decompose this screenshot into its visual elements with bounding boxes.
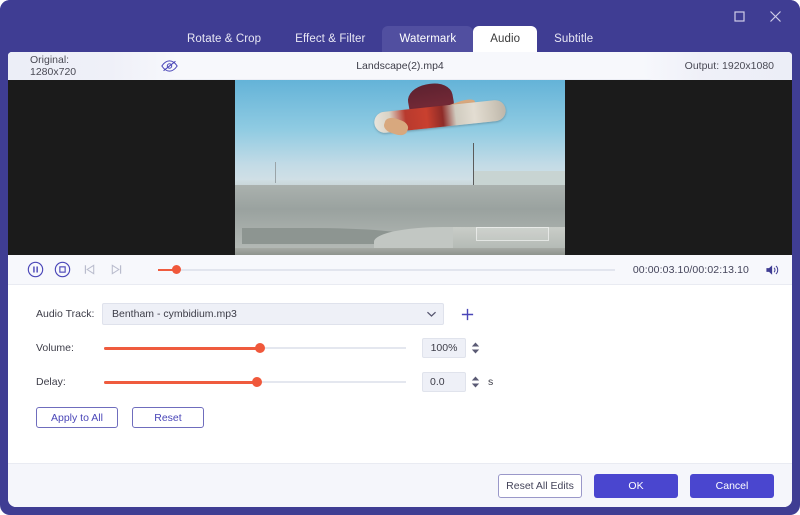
volume-value-field[interactable]: 100%	[422, 338, 466, 358]
delay-unit-label: s	[488, 376, 493, 388]
reset-button[interactable]: Reset	[132, 407, 204, 428]
output-resolution-chip: Output: 1920x1080	[642, 52, 792, 80]
volume-handle[interactable]	[255, 343, 265, 353]
cancel-button[interactable]: Cancel	[690, 474, 774, 498]
delay-label: Delay:	[36, 376, 102, 388]
content-panel: Original: 1280x720 Landscape(2).mp4 Outp…	[8, 52, 792, 507]
audio-settings-panel: Audio Track: Bentham - cymbidium.mp3 Vol…	[8, 285, 792, 475]
skatepark-bowl	[235, 185, 565, 255]
maximize-icon[interactable]	[728, 5, 750, 27]
window-controls	[728, 5, 786, 27]
previous-frame-icon[interactable]	[80, 260, 99, 279]
seek-track	[158, 269, 615, 271]
audio-track-label: Audio Track:	[36, 308, 102, 320]
delay-value: 0.0	[430, 376, 445, 388]
delay-handle[interactable]	[252, 377, 262, 387]
seek-slider[interactable]	[158, 262, 615, 278]
volume-label: Volume:	[36, 342, 102, 354]
audio-track-select[interactable]: Bentham - cymbidium.mp3	[102, 303, 444, 325]
pause-circle-icon[interactable]	[26, 260, 45, 279]
delay-row: Delay: 0.0 s	[8, 369, 792, 395]
ok-button[interactable]: OK	[594, 474, 678, 498]
video-editor-window: Rotate & Crop Effect & Filter Watermark …	[0, 0, 800, 515]
volume-value: 100%	[431, 342, 458, 354]
tab-rotate-crop[interactable]: Rotate & Crop	[170, 26, 278, 52]
close-icon[interactable]	[764, 5, 786, 27]
volume-fill	[104, 347, 264, 350]
video-preview[interactable]	[8, 80, 792, 255]
reset-all-edits-button[interactable]: Reset All Edits	[498, 474, 582, 498]
video-frame	[235, 80, 565, 255]
light-pole	[275, 162, 276, 183]
video-watermark	[476, 227, 549, 241]
action-button-row: Apply to All Reset	[8, 407, 792, 428]
tab-bar: Rotate & Crop Effect & Filter Watermark …	[170, 26, 610, 52]
delay-stepper[interactable]	[471, 376, 480, 388]
next-frame-icon[interactable]	[107, 260, 126, 279]
ground-surface	[235, 248, 565, 255]
stepper-down-icon[interactable]	[471, 349, 480, 354]
stepper-down-icon[interactable]	[471, 383, 480, 388]
player-controls-bar: 00:00:03.10/00:02:13.10	[8, 255, 792, 285]
stop-circle-icon[interactable]	[53, 260, 72, 279]
apply-to-all-button[interactable]: Apply to All	[36, 407, 118, 428]
delay-slider[interactable]	[104, 374, 406, 390]
audio-track-value: Bentham - cymbidium.mp3	[112, 308, 237, 320]
stepper-up-icon[interactable]	[471, 376, 480, 381]
tab-audio[interactable]: Audio	[473, 26, 537, 52]
stepper-up-icon[interactable]	[471, 342, 480, 347]
volume-stepper[interactable]	[471, 342, 480, 354]
footer-bar: Reset All Edits OK Cancel	[8, 463, 792, 507]
speaker-icon[interactable]	[765, 263, 780, 277]
timecode-label: 00:00:03.10/00:02:13.10	[633, 264, 749, 276]
seek-handle[interactable]	[172, 265, 181, 274]
tab-subtitle[interactable]: Subtitle	[537, 26, 610, 52]
delay-fill	[104, 381, 258, 384]
delay-value-field[interactable]: 0.0	[422, 372, 466, 392]
tab-watermark[interactable]: Watermark	[382, 26, 473, 52]
add-audio-track-button[interactable]	[458, 305, 476, 323]
chevron-down-icon[interactable]	[427, 311, 436, 317]
tab-effect-filter[interactable]: Effect & Filter	[278, 26, 382, 52]
info-bar: Original: 1280x720 Landscape(2).mp4 Outp…	[8, 52, 792, 80]
volume-row: Volume: 100%	[8, 335, 792, 361]
title-bar: Rotate & Crop Effect & Filter Watermark …	[0, 0, 800, 52]
skateboarder	[374, 84, 506, 154]
audio-track-row: Audio Track: Bentham - cymbidium.mp3	[8, 301, 792, 327]
output-resolution-label: Output: 1920x1080	[685, 60, 774, 72]
volume-slider[interactable]	[104, 340, 406, 356]
